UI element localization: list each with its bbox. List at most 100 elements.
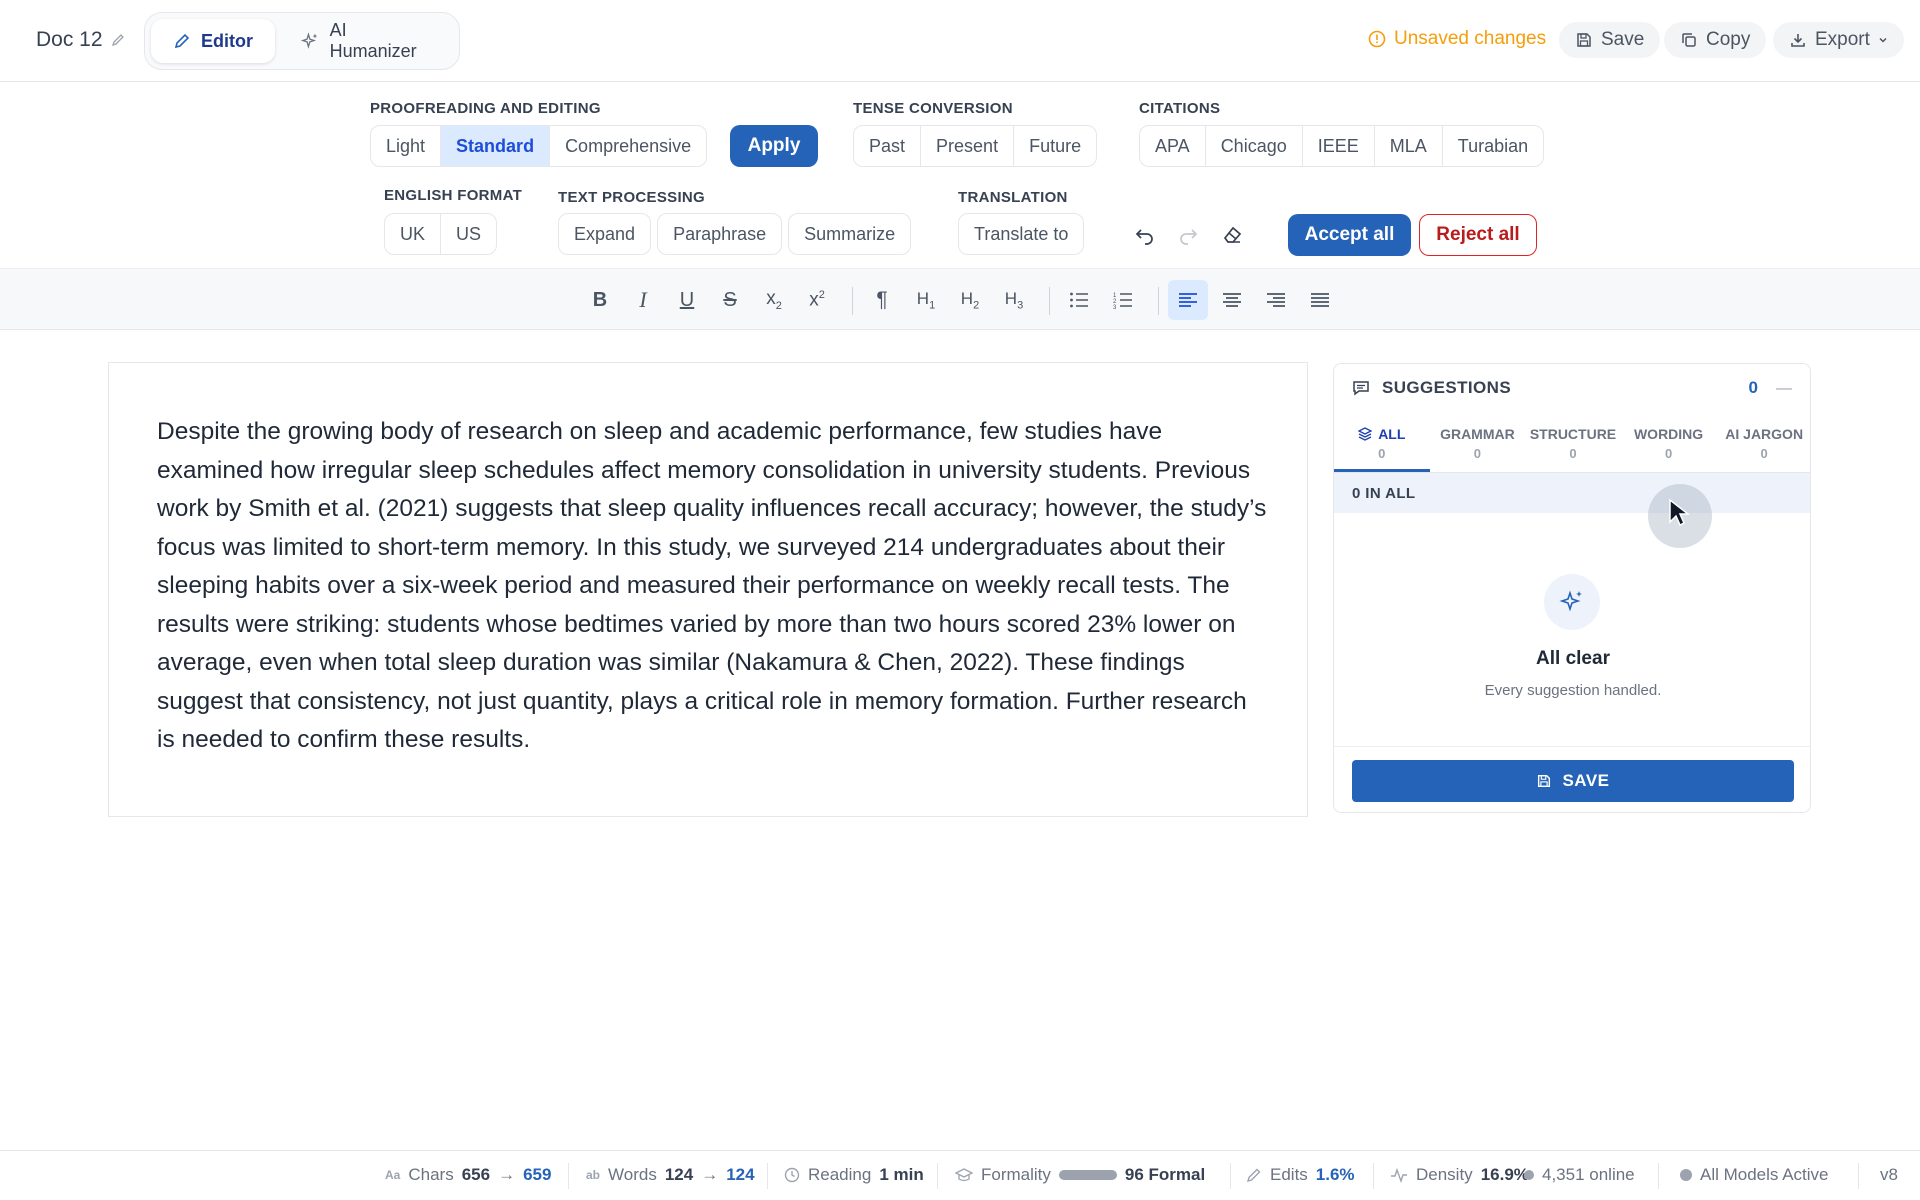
citation-ieee[interactable]: IEEE bbox=[1303, 126, 1375, 166]
editor-area[interactable]: Despite the growing body of research on … bbox=[108, 362, 1308, 817]
underline-button[interactable]: U bbox=[667, 280, 707, 320]
status-reading: Reading 1 min bbox=[784, 1165, 924, 1185]
suggestion-tab-wording[interactable]: WORDING 0 bbox=[1621, 416, 1717, 472]
in-all-summary: 0 IN ALL bbox=[1334, 473, 1810, 513]
suggestion-tab-structure[interactable]: STRUCTURE 0 bbox=[1525, 416, 1621, 472]
format-us[interactable]: US bbox=[441, 214, 496, 254]
redo-button[interactable] bbox=[1172, 219, 1204, 251]
eraser-icon bbox=[1223, 226, 1242, 243]
tense-group: Past Present Future bbox=[853, 125, 1098, 167]
suggestions-title: SUGGESTIONS bbox=[1382, 378, 1512, 397]
status-divider bbox=[937, 1163, 938, 1189]
paragraph-icon: ¶ bbox=[876, 288, 888, 311]
tab-ai-humanizer[interactable]: AI Humanizer bbox=[279, 19, 453, 63]
copy-button[interactable]: Copy bbox=[1664, 22, 1767, 58]
tab-ai-jargon-label: AI JARGON bbox=[1725, 426, 1804, 442]
align-left-button[interactable] bbox=[1168, 280, 1208, 320]
apply-button[interactable]: Apply bbox=[730, 125, 818, 167]
citation-chicago[interactable]: Chicago bbox=[1206, 126, 1303, 166]
text-processing-group: Expand Paraphrase Summarize bbox=[558, 213, 912, 255]
save-top-label: Save bbox=[1601, 29, 1645, 50]
pencil-icon bbox=[174, 33, 190, 49]
paraphrase-button[interactable]: Paraphrase bbox=[657, 213, 783, 255]
heading-2-button[interactable]: H2 bbox=[950, 280, 990, 320]
tense-future[interactable]: Future bbox=[1014, 126, 1096, 166]
all-clear-subtitle: Every suggestion handled. bbox=[1484, 682, 1662, 699]
layers-icon bbox=[1358, 427, 1373, 441]
tense-past[interactable]: Past bbox=[854, 126, 922, 166]
words-label: Words bbox=[608, 1165, 657, 1184]
document-title[interactable]: Doc 12 bbox=[36, 28, 125, 52]
citations-group: APA Chicago IEEE MLA Turabian bbox=[1139, 125, 1545, 167]
suggestion-tab-ai-jargon[interactable]: AI JARGON 0 bbox=[1716, 416, 1810, 472]
editor-text[interactable]: Despite the growing body of research on … bbox=[157, 413, 1267, 760]
all-clear-title: All clear bbox=[1536, 648, 1610, 669]
export-button[interactable]: Export bbox=[1773, 22, 1904, 58]
heading-1-button[interactable]: H1 bbox=[906, 280, 946, 320]
align-justify-button[interactable] bbox=[1300, 280, 1340, 320]
tab-wording-count: 0 bbox=[1664, 446, 1673, 461]
summarize-button[interactable]: Summarize bbox=[788, 213, 912, 255]
tab-wording-label: WORDING bbox=[1633, 426, 1704, 442]
format-uk[interactable]: UK bbox=[385, 214, 442, 254]
toolbar-divider bbox=[1049, 287, 1050, 315]
tab-grammar-count: 0 bbox=[1473, 446, 1481, 461]
status-formality: Formality 96 Formal bbox=[955, 1165, 1205, 1185]
tab-all-label: ALL bbox=[1378, 426, 1406, 442]
tense-present[interactable]: Present bbox=[921, 126, 1015, 166]
floppy-icon bbox=[1538, 774, 1551, 788]
copy-label: Copy bbox=[1706, 29, 1751, 50]
bold-button[interactable]: B bbox=[580, 280, 620, 320]
tab-structure-label: STRUCTURE bbox=[1529, 426, 1617, 442]
align-center-button[interactable] bbox=[1212, 280, 1252, 320]
subscript-button[interactable]: x2 bbox=[754, 280, 794, 320]
clear-format-button[interactable] bbox=[1216, 219, 1248, 251]
save-top-button[interactable]: Save bbox=[1559, 22, 1661, 58]
chars-before: 656 bbox=[461, 1165, 491, 1184]
reject-all-button[interactable]: Reject all bbox=[1419, 214, 1537, 256]
graduation-cap-icon bbox=[955, 1168, 973, 1182]
heading-3-button[interactable]: H3 bbox=[994, 280, 1034, 320]
document-title-text: Doc 12 bbox=[36, 28, 103, 51]
italic-button[interactable]: I bbox=[623, 280, 663, 320]
chars-icon: Aa bbox=[385, 1168, 401, 1182]
align-left-icon bbox=[1179, 293, 1197, 307]
citation-turabian[interactable]: Turabian bbox=[1443, 126, 1543, 166]
status-divider bbox=[1658, 1163, 1659, 1189]
density-label: Density bbox=[1416, 1165, 1473, 1184]
align-center-icon bbox=[1223, 293, 1241, 307]
proofreading-comprehensive[interactable]: Comprehensive bbox=[550, 126, 706, 166]
align-right-button[interactable] bbox=[1256, 280, 1296, 320]
expand-button[interactable]: Expand bbox=[558, 213, 652, 255]
svg-text:3: 3 bbox=[1113, 305, 1117, 309]
accept-all-button[interactable]: Accept all bbox=[1288, 214, 1411, 256]
reading-value: 1 min bbox=[879, 1165, 924, 1184]
status-words: ab Words 124 → 124 bbox=[586, 1165, 755, 1185]
status-divider bbox=[767, 1163, 768, 1189]
suggestion-tab-all[interactable]: ALL 0 bbox=[1334, 416, 1430, 472]
align-justify-icon bbox=[1311, 293, 1329, 307]
suggestion-tab-grammar[interactable]: GRAMMAR 0 bbox=[1430, 416, 1526, 472]
suggestions-panel: SUGGESTIONS 0 — ALL 0 GRAMMAR 0 STRUCTUR… bbox=[1333, 363, 1811, 813]
status-online: 4,351 online bbox=[1524, 1165, 1635, 1185]
translate-to-button[interactable]: Translate to bbox=[958, 213, 1085, 255]
formatting-toolbar: B I U S x2 x2 ¶ H1 H2 H3 123 bbox=[0, 268, 1920, 330]
proofreading-light[interactable]: Light bbox=[371, 126, 442, 166]
citation-apa[interactable]: APA bbox=[1140, 126, 1206, 166]
chars-label: Chars bbox=[408, 1165, 454, 1184]
superscript-button[interactable]: x2 bbox=[797, 280, 837, 320]
minimize-panel-button[interactable]: — bbox=[1776, 380, 1792, 398]
toolbar-divider bbox=[852, 287, 853, 315]
save-suggestions-button[interactable]: SAVE bbox=[1352, 760, 1794, 802]
undo-button[interactable] bbox=[1129, 219, 1161, 251]
tab-editor[interactable]: Editor bbox=[151, 19, 275, 63]
numbered-list-button[interactable]: 123 bbox=[1103, 280, 1143, 320]
paragraph-button[interactable]: ¶ bbox=[862, 280, 902, 320]
reading-label: Reading bbox=[808, 1165, 872, 1184]
citation-mla[interactable]: MLA bbox=[1375, 126, 1443, 166]
strikethrough-button[interactable]: S bbox=[710, 280, 750, 320]
models-status: All Models Active bbox=[1700, 1165, 1829, 1184]
edit-title-icon[interactable] bbox=[111, 33, 125, 47]
proofreading-standard[interactable]: Standard bbox=[441, 126, 551, 166]
bullet-list-button[interactable] bbox=[1059, 280, 1099, 320]
